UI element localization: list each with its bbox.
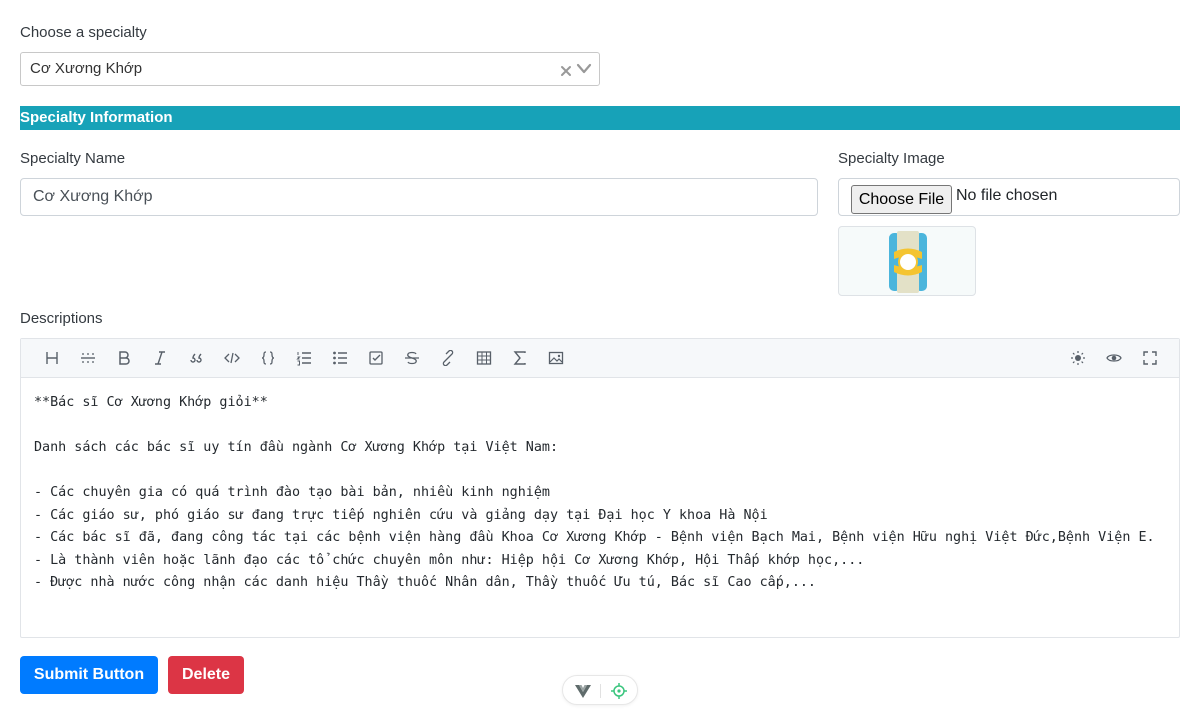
specialty-select-value: Cơ Xương Khớp [30,60,143,77]
fullscreen-icon[interactable] [1137,345,1163,371]
section-header: Specialty Information [20,106,1180,130]
link-icon[interactable] [435,345,461,371]
quote-icon[interactable] [183,345,209,371]
toolbar-divider [600,684,601,698]
checklist-icon[interactable] [363,345,389,371]
hr-icon[interactable] [75,345,101,371]
unordered-list-icon[interactable] [327,345,353,371]
ordered-list-icon[interactable] [291,345,317,371]
specialty-name-input[interactable]: Cơ Xương Khớp [20,178,818,216]
specialty-select[interactable]: Cơ Xương Khớp [20,52,600,86]
editor-toolbar [21,339,1179,378]
editor-content[interactable]: **Bác sĩ Cơ Xương Khớp giỏi** Danh sách … [21,379,1179,637]
formula-icon[interactable] [507,345,533,371]
specialty-image-preview [838,226,976,296]
floating-dev-toolbar [562,675,638,705]
markdown-editor[interactable]: **Bác sĩ Cơ Xương Khớp giỏi** Danh sách … [20,338,1180,638]
descriptions-label: Descriptions [20,310,103,327]
specialty-image-input[interactable]: Choose File No file chosen [838,178,1180,216]
knee-joint-icon [889,231,927,293]
delete-button[interactable]: Delete [168,656,244,694]
specialty-name-label: Specialty Name [20,150,126,167]
file-status-text: No file chosen [956,187,1058,204]
theme-icon[interactable] [1065,345,1091,371]
image-icon[interactable] [543,345,569,371]
submit-button[interactable]: Submit Button [20,656,158,694]
table-icon[interactable] [471,345,497,371]
heading-icon[interactable] [39,345,65,371]
specialty-image-label: Specialty Image [838,150,945,167]
code-block-icon[interactable] [255,345,281,371]
clear-icon[interactable] [559,53,573,85]
inspector-target-icon[interactable] [611,683,627,704]
strikethrough-icon[interactable] [399,345,425,371]
choose-file-button[interactable]: Choose File [851,185,952,214]
inline-code-icon[interactable] [219,345,245,371]
italic-icon[interactable] [147,345,173,371]
specialty-select-label: Choose a specialty [20,24,147,41]
bold-icon[interactable] [111,345,137,371]
chevron-down-icon[interactable] [575,53,593,85]
vue-logo-icon[interactable] [575,684,591,703]
preview-icon[interactable] [1101,345,1127,371]
